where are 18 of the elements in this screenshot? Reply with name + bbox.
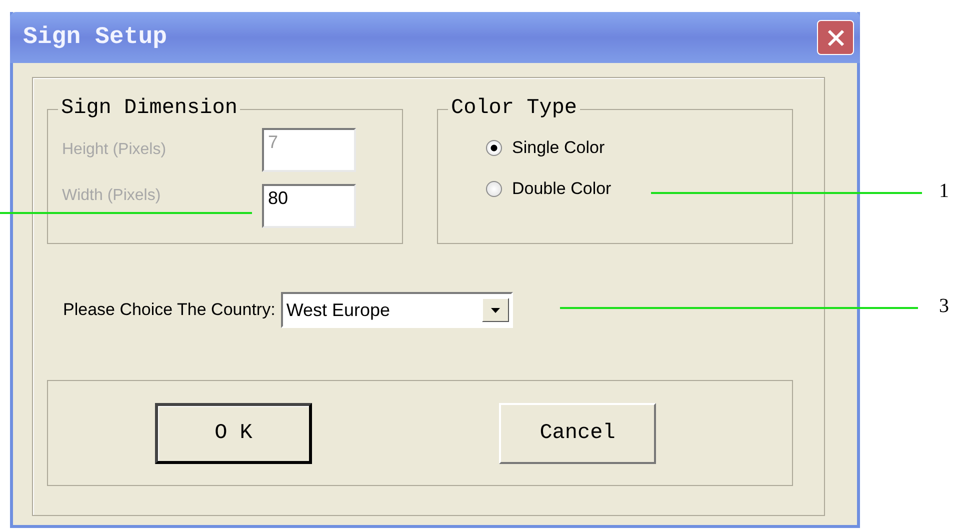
close-icon [826, 28, 846, 48]
dropdown-button[interactable] [482, 298, 510, 322]
dialog-button[interactable]: O K [155, 402, 312, 464]
radio-label: Single Color [512, 138, 605, 158]
field-label: Height (Pixels) [62, 141, 166, 159]
caret-icon [491, 308, 500, 312]
dropdown[interactable]: West Europe [281, 292, 514, 328]
radio-button[interactable] [486, 181, 502, 197]
callout-number: 1 [939, 180, 949, 203]
dialog-button[interactable]: Cancel [499, 402, 656, 464]
field-label: Width (Pixels) [62, 187, 161, 205]
close-button[interactable] [817, 20, 854, 55]
radio-button[interactable] [486, 140, 502, 156]
radio-label: Double Color [512, 179, 612, 199]
field-label: Please Choice The Country: [63, 300, 276, 320]
callout-number: 3 [939, 295, 949, 318]
window-title: Sign Setup [23, 24, 168, 51]
input-field[interactable]: 80 [262, 184, 356, 228]
